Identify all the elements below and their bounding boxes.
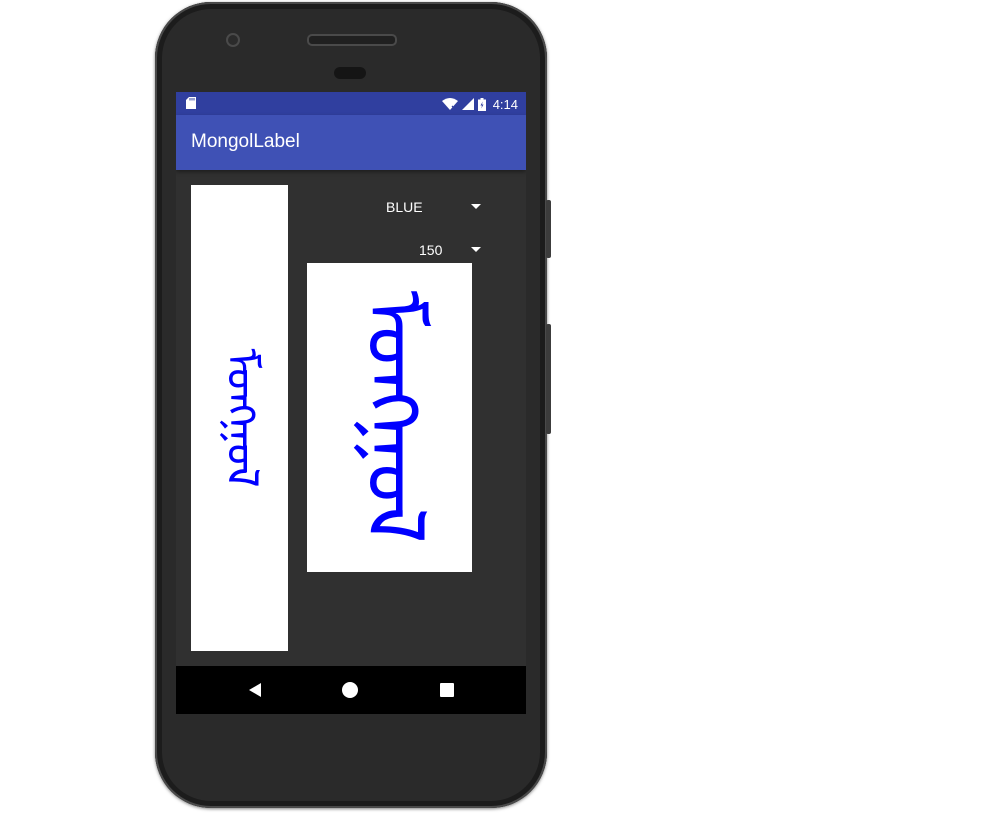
status-bar: 4:14 bbox=[176, 92, 526, 115]
battery-icon bbox=[477, 97, 486, 111]
mongol-text-large-glyphs: ᠮᠣᠩᠭᠣᠯ bbox=[348, 290, 441, 543]
power-button bbox=[546, 200, 551, 258]
sd-card-icon bbox=[186, 97, 196, 109]
home-button[interactable] bbox=[320, 666, 380, 714]
size-spinner[interactable]: 150 bbox=[406, 234, 496, 264]
screen: 4:14 MongolLabel ᠮᠣᠩᠭᠣᠯ BLUE 150 ᠮᠣᠩᠭᠣᠯ bbox=[176, 92, 526, 714]
size-spinner-arrow-icon bbox=[471, 247, 481, 252]
volume-button bbox=[546, 324, 551, 434]
earpiece-speaker bbox=[307, 34, 397, 46]
status-icons: 4:14 bbox=[441, 96, 518, 112]
home-icon bbox=[342, 682, 358, 698]
recents-button[interactable] bbox=[417, 666, 477, 714]
back-icon bbox=[249, 683, 261, 697]
proximity-sensor bbox=[334, 67, 366, 79]
app-bar: MongolLabel bbox=[176, 115, 526, 170]
color-spinner[interactable]: BLUE bbox=[366, 190, 496, 224]
signal-icon bbox=[461, 98, 474, 110]
mongol-text-large: ᠮᠣᠩᠭᠣᠯ bbox=[348, 290, 441, 543]
color-spinner-value: BLUE bbox=[386, 199, 423, 215]
recents-icon bbox=[440, 683, 454, 697]
mongol-label-small: ᠮᠣᠩᠭᠣᠯ bbox=[191, 185, 288, 651]
mongol-text-small-glyphs: ᠮᠣᠩᠭᠣᠯ bbox=[216, 348, 267, 487]
front-camera bbox=[226, 33, 240, 47]
size-spinner-value: 150 bbox=[419, 242, 443, 258]
navigation-bar bbox=[176, 666, 526, 714]
wifi-icon bbox=[441, 98, 458, 110]
mongol-text-small: ᠮᠣᠩᠭᠣᠯ bbox=[216, 348, 267, 487]
status-time: 4:14 bbox=[492, 96, 518, 112]
app-title: MongolLabel bbox=[191, 131, 300, 152]
back-button[interactable] bbox=[224, 666, 284, 714]
mongol-label-large: ᠮᠣᠩᠭᠣᠯ bbox=[307, 263, 472, 572]
color-spinner-arrow-icon bbox=[471, 204, 481, 209]
